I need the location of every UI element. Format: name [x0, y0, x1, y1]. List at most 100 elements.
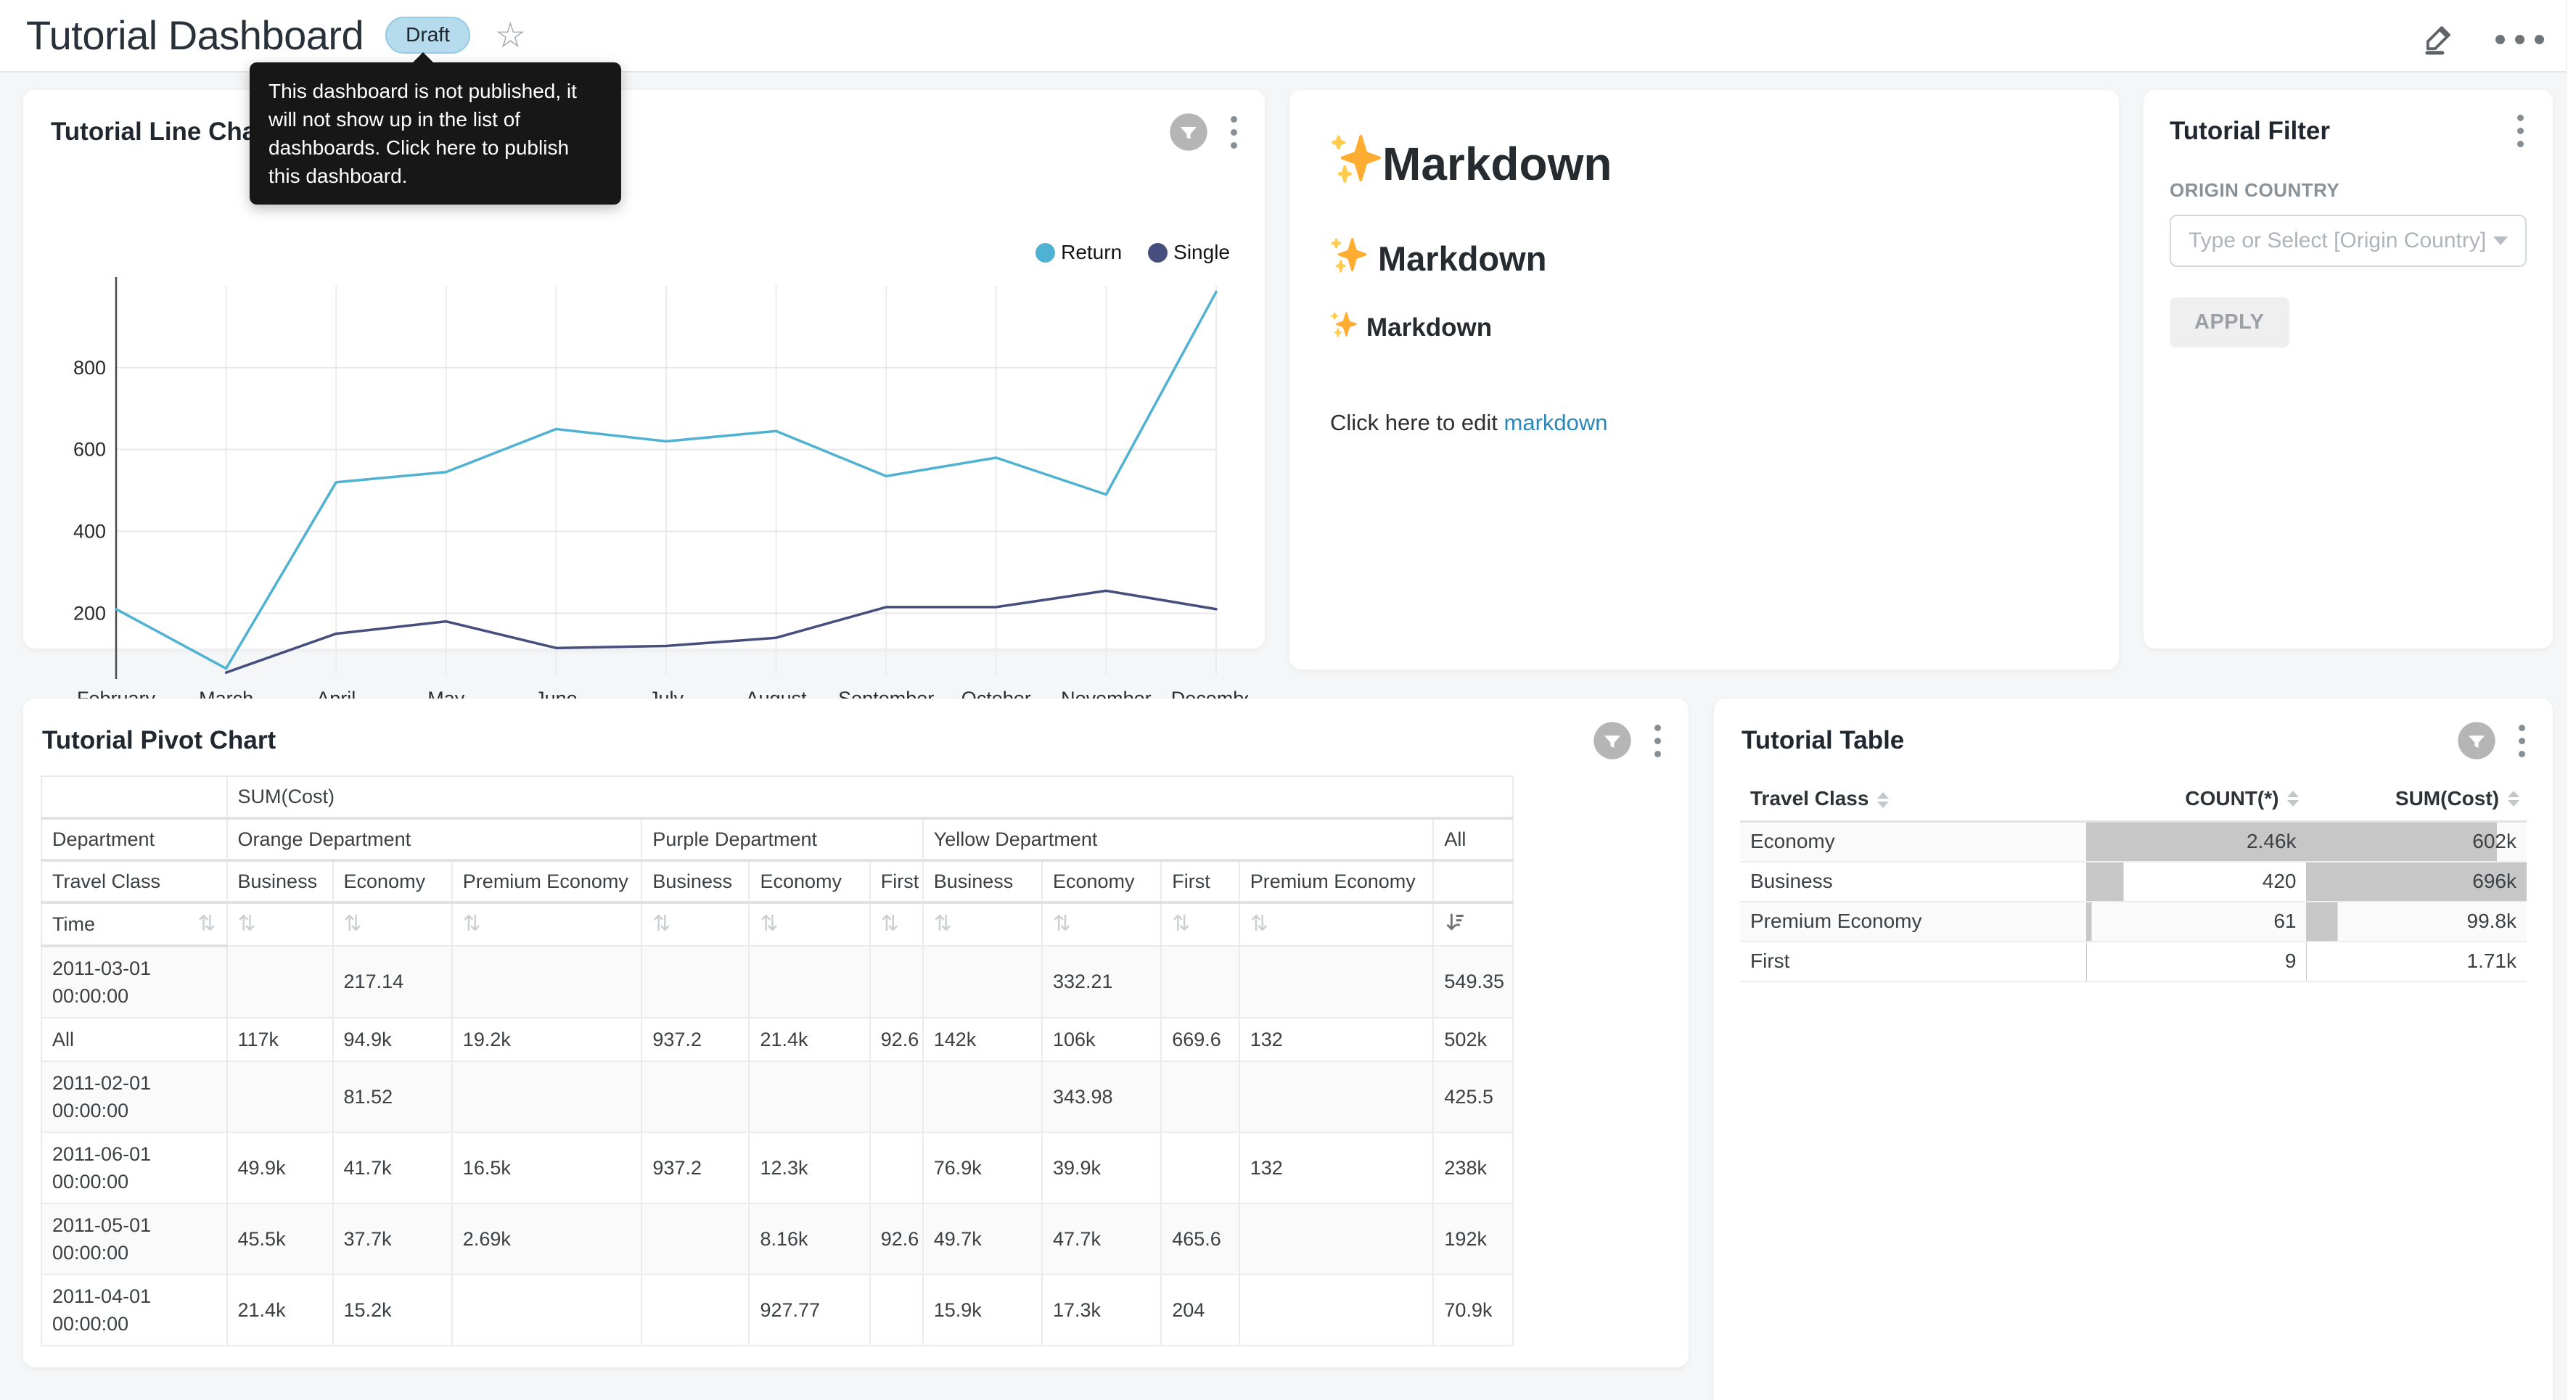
- table-row[interactable]: Business420696k: [1740, 862, 2527, 902]
- sparkles-icon: [1330, 236, 1368, 281]
- table-row[interactable]: Economy2.46k602k: [1740, 822, 2527, 862]
- pivot-cell: 8.16k: [749, 1203, 869, 1275]
- pivot-sort-cell[interactable]: ⇅: [333, 902, 452, 946]
- kebab-menu-icon[interactable]: [2514, 112, 2527, 150]
- pivot-cell: [641, 1203, 749, 1275]
- filter-badge-icon[interactable]: [2456, 720, 2497, 761]
- pivot-sort-cell[interactable]: ⇅: [870, 902, 923, 946]
- table-row[interactable]: First91.71k: [1740, 942, 2527, 981]
- pivot-cell: [1161, 1061, 1239, 1132]
- pivot-cell: [1239, 946, 1434, 1018]
- sort-arrows-icon[interactable]: ⇅: [197, 913, 216, 935]
- pivot-sort-cell[interactable]: [1433, 902, 1513, 946]
- pivot-cell: 81.52: [333, 1061, 452, 1132]
- pivot-sort-cell[interactable]: ⇅: [1161, 902, 1239, 946]
- sort-arrows-icon[interactable]: ⇅: [1053, 912, 1071, 936]
- more-horizontal-icon[interactable]: [2495, 35, 2544, 44]
- pivot-cell: 2.69k: [452, 1203, 642, 1275]
- pivot-cell: [452, 1061, 642, 1132]
- sum-cell: 99.8k: [2306, 902, 2527, 942]
- pivot-cell: 39.9k: [1042, 1132, 1161, 1203]
- pivot-sort-cell[interactable]: ⇅: [749, 902, 869, 946]
- pivot-cell: [641, 946, 749, 1018]
- pivot-class-header: Premium Economy: [452, 860, 642, 902]
- table-header-travel-class[interactable]: Travel Class: [1740, 777, 2086, 822]
- pivot-panel-title: Tutorial Pivot Chart: [42, 726, 276, 755]
- pivot-department-header: Purple Department: [641, 818, 922, 860]
- pivot-class-header: Economy: [749, 860, 869, 902]
- pivot-cell: 132: [1239, 1018, 1434, 1061]
- pivot-sort-cell[interactable]: ⇅: [227, 902, 333, 946]
- pivot-row-label: 2011-06-01 00:00:00: [41, 1132, 227, 1203]
- pivot-cell: 106k: [1042, 1018, 1161, 1061]
- pivot-cell: [870, 1061, 923, 1132]
- pivot-cell: [1161, 946, 1239, 1018]
- kebab-menu-icon[interactable]: [1652, 722, 1664, 760]
- chart-legend: Return Single: [1035, 241, 1230, 264]
- pivot-cell: 142k: [923, 1018, 1042, 1061]
- edit-pencil-icon[interactable]: [2420, 19, 2458, 60]
- markdown-h3-text: Markdown: [1366, 313, 1492, 342]
- pivot-cell: 49.7k: [923, 1203, 1042, 1275]
- sort-arrows-icon[interactable]: ⇅: [1172, 912, 1190, 936]
- pivot-cell: 937.2: [641, 1018, 749, 1061]
- legend-item-single[interactable]: Single: [1148, 241, 1230, 264]
- pivot-department-header: Orange Department: [227, 818, 642, 860]
- pivot-class-header: Business: [923, 860, 1042, 902]
- pivot-cell: [1239, 1061, 1434, 1132]
- scrollbar-track[interactable]: [2566, 0, 2576, 1400]
- kebab-menu-icon[interactable]: [1228, 113, 1240, 152]
- filter-badge-icon[interactable]: [1168, 112, 1209, 152]
- sort-arrows-icon[interactable]: ⇅: [881, 912, 899, 936]
- filter-badge-icon[interactable]: [1592, 720, 1633, 761]
- sort-arrows-icon[interactable]: ⇅: [238, 912, 256, 936]
- sparkles-icon: [1330, 310, 1358, 345]
- sum-cell: 602k: [2306, 822, 2527, 862]
- pivot-cell: 549.35: [1433, 946, 1513, 1018]
- sort-carets-icon[interactable]: [2508, 791, 2519, 807]
- pivot-class-header: First: [1161, 860, 1239, 902]
- pivot-cell: 47.7k: [1042, 1203, 1161, 1275]
- sort-arrows-icon[interactable]: ⇅: [934, 912, 952, 936]
- pivot-row-label: 2011-05-01 00:00:00: [41, 1203, 227, 1275]
- table-row[interactable]: Premium Economy6199.8k: [1740, 902, 2527, 942]
- status-badge[interactable]: Draft: [385, 17, 470, 54]
- sort-carets-icon[interactable]: [1877, 792, 1889, 808]
- sort-arrows-icon[interactable]: ⇅: [463, 912, 481, 936]
- pivot-corner: [41, 776, 227, 818]
- line-chart[interactable]: 200400600800FebruaryMarchAprilMayJuneJul…: [44, 277, 1248, 745]
- table-header-sum[interactable]: SUM(Cost): [2306, 777, 2527, 822]
- travel-class-cell: Business: [1740, 862, 2086, 902]
- pivot-sort-cell[interactable]: ⇅: [1239, 902, 1434, 946]
- pivot-cell: 204: [1161, 1275, 1239, 1346]
- sort-arrows-icon[interactable]: ⇅: [760, 912, 778, 936]
- favorite-star-icon[interactable]: ☆: [495, 15, 526, 56]
- pivot-row-label: 2011-04-01 00:00:00: [41, 1275, 227, 1346]
- pivot-cell: 502k: [1433, 1018, 1513, 1061]
- sort-arrows-icon[interactable]: ⇅: [652, 912, 670, 936]
- publish-tooltip[interactable]: This dashboard is not published, it will…: [250, 62, 621, 205]
- pivot-sort-cell[interactable]: ⇅: [452, 902, 642, 946]
- sort-carets-icon[interactable]: [2287, 791, 2299, 807]
- filter-panel-title: Tutorial Filter: [2170, 117, 2330, 146]
- filter-panel: Tutorial Filter ORIGIN COUNTRY Type or S…: [2144, 90, 2553, 648]
- table-header-count[interactable]: COUNT(*): [2086, 777, 2307, 822]
- markdown-panel[interactable]: Markdown Markdown Markdown Click here to…: [1289, 90, 2119, 670]
- series-line-single: [226, 590, 1216, 672]
- apply-button[interactable]: APPLY: [2170, 297, 2289, 347]
- origin-country-select[interactable]: Type or Select [Origin Country]: [2170, 215, 2527, 267]
- sort-descending-icon[interactable]: [1444, 915, 1466, 937]
- count-cell: 61: [2086, 902, 2307, 942]
- pivot-row: 2011-06-01 00:00:0049.9k41.7k16.5k937.21…: [41, 1132, 1513, 1203]
- pivot-sort-cell[interactable]: ⇅: [641, 902, 749, 946]
- pivot-cell: [1239, 1203, 1434, 1275]
- sort-arrows-icon[interactable]: ⇅: [344, 912, 362, 936]
- markdown-h1-text: Markdown: [1382, 137, 1612, 191]
- pivot-sort-cell[interactable]: ⇅: [923, 902, 1042, 946]
- markdown-edit-link[interactable]: markdown: [1504, 410, 1608, 435]
- legend-item-return[interactable]: Return: [1035, 241, 1122, 264]
- line-chart-title: Tutorial Line Chart: [51, 118, 275, 147]
- pivot-sort-cell[interactable]: ⇅: [1042, 902, 1161, 946]
- kebab-menu-icon[interactable]: [2516, 722, 2528, 760]
- sort-arrows-icon[interactable]: ⇅: [1250, 912, 1268, 936]
